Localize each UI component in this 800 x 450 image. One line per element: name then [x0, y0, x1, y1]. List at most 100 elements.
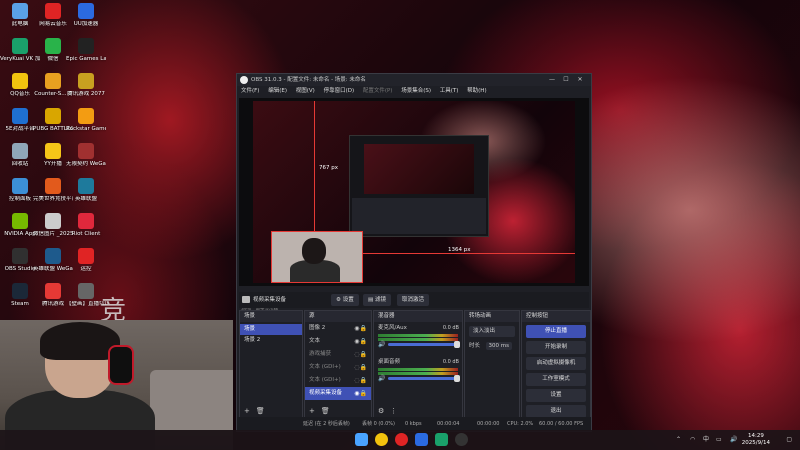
menu-tools[interactable]: 工具(T)	[440, 88, 459, 94]
transition-select[interactable]: 淡入淡出	[469, 326, 515, 337]
source-item[interactable]: 文本 ◉🔒	[305, 335, 371, 348]
chrome-icon[interactable]	[375, 433, 388, 446]
gear-icon[interactable]: ⚙	[378, 407, 384, 415]
volume-icon[interactable]: 🔊	[730, 430, 737, 450]
notification-icon[interactable]: ▢	[786, 430, 792, 450]
properties-label: 设置	[342, 297, 354, 303]
visibility-icon[interactable]: ◌🔒	[354, 348, 367, 361]
transitions-title: 转场动画	[465, 311, 519, 322]
app-icon	[12, 73, 28, 89]
desktop-icon-label: Epic Games Launcher	[66, 56, 106, 62]
mixer-footer: ⚙ ⋮	[374, 405, 462, 417]
source-label: 文本	[309, 338, 321, 344]
app-icon	[78, 143, 94, 159]
desktop-icon[interactable]: Riot Client	[66, 213, 106, 238]
clock-time: 14:29	[747, 433, 764, 439]
trash-icon[interactable]: 🗑	[321, 407, 330, 415]
virtual-camera-button[interactable]: 启动虚拟摄像机	[526, 357, 586, 370]
scene-item[interactable]: 场景 2	[240, 335, 302, 346]
transitions-dock: 转场动画 淡入淡出 时长 300 ms	[464, 310, 520, 418]
speaker-icon[interactable]: 🔊	[378, 375, 385, 382]
netease-music-icon[interactable]	[395, 433, 408, 446]
network-icon[interactable]: ▭	[716, 430, 722, 450]
clock[interactable]: 14:29 2025/9/14	[742, 433, 770, 447]
app-icon	[12, 248, 28, 264]
menu-scene-collection[interactable]: 场景集合(S)	[401, 88, 431, 94]
cam-head	[302, 238, 326, 264]
add-icon[interactable]: +	[244, 407, 250, 415]
desktop-icon[interactable]: 运控	[66, 248, 106, 273]
duration-input[interactable]: 300 ms	[485, 342, 513, 350]
minimize-icon[interactable]: —	[545, 74, 559, 86]
desktop-icon[interactable]: Epic Games Launcher	[66, 38, 106, 63]
visibility-icon[interactable]: ◌🔒	[354, 361, 367, 374]
uu-icon[interactable]	[415, 433, 428, 446]
menu-file[interactable]: 文件(F)	[241, 88, 259, 94]
preview-canvas[interactable]: 767 px 1364 px 39% 调整显示器	[239, 98, 589, 312]
menu-view[interactable]: 视图(V)	[296, 88, 315, 94]
scenes-dock: 场景 场景 场景 2 +🗑▤⌃⋮	[239, 310, 303, 427]
chevron-up-icon[interactable]: ⌃	[676, 430, 681, 450]
status-frames: 延迟 (在 2 秒后丢帧)	[303, 421, 350, 427]
start-recording-button[interactable]: 开始录制	[526, 341, 586, 354]
audio-meter	[378, 368, 458, 371]
speaker-icon[interactable]: 🔊	[378, 341, 385, 348]
volume-fader[interactable]	[388, 375, 460, 382]
menu-edit[interactable]: 编辑(E)	[268, 88, 287, 94]
source-item[interactable]: 图像 2 ◉🔒	[305, 322, 371, 335]
visibility-icon[interactable]: ◉🔒	[354, 335, 367, 348]
nested-preview-image	[364, 144, 474, 194]
visibility-icon[interactable]: ◉🔒	[354, 387, 367, 400]
desktop-icon-label: Rockstar Games...	[66, 126, 106, 132]
trash-icon[interactable]: 🗑	[256, 407, 265, 415]
desktop-icon-label: 运控	[80, 266, 92, 272]
studio-mode-button[interactable]: 工作室模式	[526, 373, 586, 386]
filters-button[interactable]: ▤ 滤镜	[363, 294, 391, 306]
webcam-source-box[interactable]	[271, 231, 363, 283]
source-item[interactable]: 文本 (GDI+) ◌🔒	[305, 361, 371, 374]
desktop-icon-label: Riot Client	[71, 231, 101, 237]
scenes-title: 场景	[240, 311, 302, 322]
visibility-icon[interactable]: ◌🔒	[354, 374, 367, 387]
add-icon[interactable]: +	[309, 407, 315, 415]
app-icon	[12, 213, 28, 229]
deactivate-button[interactable]: 取消激活	[397, 294, 430, 306]
controls-dock: 控制按钮 停止直播 开始录制 启动虚拟摄像机 工作室模式 设置 退出	[521, 310, 591, 418]
menu-profile[interactable]: 配置文件(P)	[363, 88, 393, 94]
desktop-icon[interactable]: UU加速器	[66, 3, 106, 28]
close-icon[interactable]: ✕	[573, 74, 587, 86]
desktop-icon[interactable]: 无限契约 WeGame版	[66, 143, 106, 168]
status-bar: 延迟 (在 2 秒后丢帧) 丢帧 0 (0.0%) 0 kbps 00:00:0…	[237, 417, 591, 431]
menu-help[interactable]: 帮助(H)	[467, 88, 486, 94]
desktop-icon[interactable]: Rockstar Games...	[66, 108, 106, 133]
maximize-icon[interactable]: ☐	[559, 74, 573, 86]
mixer-track-label: 麦克风/Aux 0.0 dB	[374, 324, 462, 333]
stop-streaming-button[interactable]: 停止直播	[526, 325, 586, 338]
properties-button[interactable]: ⚙ 设置	[331, 294, 359, 306]
verykuai-icon[interactable]	[435, 433, 448, 446]
scene-item[interactable]: 场景	[240, 324, 302, 335]
visibility-icon[interactable]: ◉🔒	[354, 322, 367, 335]
settings-button[interactable]: 设置	[526, 389, 586, 402]
source-item[interactable]: 文本 (GDI+) ◌🔒	[305, 374, 371, 387]
source-item[interactable]: 视频采集设备 ◉🔒	[305, 387, 371, 400]
start-icon[interactable]	[355, 433, 368, 446]
guide-horizontal	[361, 253, 575, 254]
headphone	[108, 345, 134, 385]
wifi-icon[interactable]: ◠	[690, 430, 695, 450]
app-icon	[78, 73, 94, 89]
menu-docks[interactable]: 停靠窗口(D)	[324, 88, 355, 94]
guide-vertical	[314, 101, 315, 231]
audio-meter	[378, 334, 458, 337]
desktop-icon[interactable]: 英雄联盟	[66, 178, 106, 203]
source-item[interactable]: 游戏捕获 ◌🔒	[305, 348, 371, 361]
more-icon[interactable]: ⋮	[390, 407, 397, 415]
volume-fader[interactable]	[388, 341, 460, 348]
source-label: 游戏捕获	[309, 351, 332, 357]
desktop-icon[interactable]: 腾讯游戏 2077	[66, 73, 106, 98]
app-icon	[78, 248, 94, 264]
obs-titlebar[interactable]: OBS 31.0.3 - 配置文件: 未命名 - 场景: 未命名 — ☐ ✕	[237, 74, 591, 86]
tray-language[interactable]: 中	[703, 430, 709, 450]
app-icon	[12, 108, 28, 124]
obs-taskbar-icon[interactable]	[455, 433, 468, 446]
